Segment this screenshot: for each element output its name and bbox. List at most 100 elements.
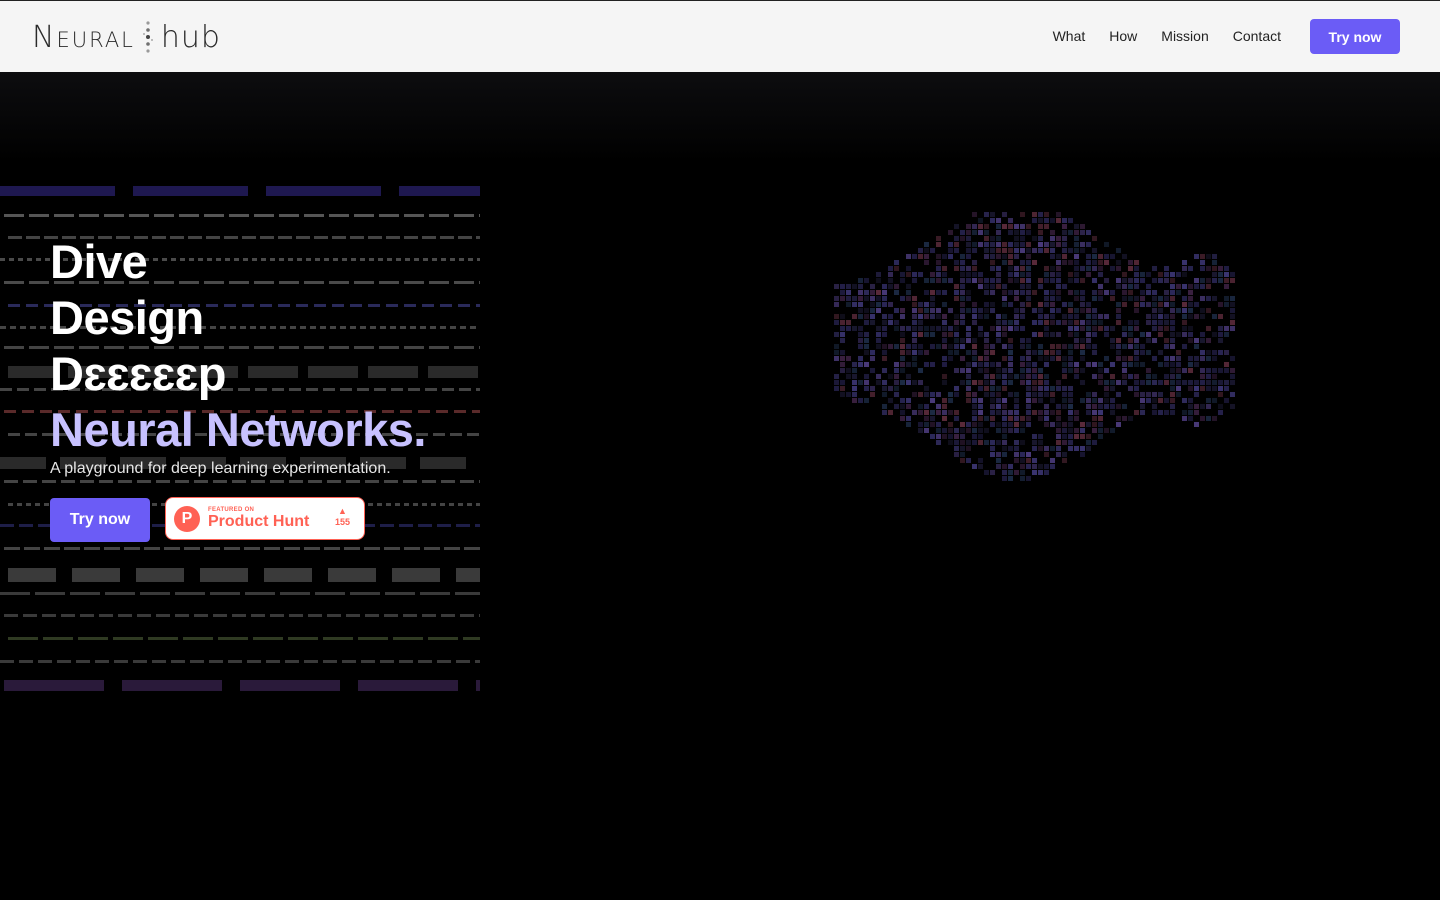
viz-pixel [1014,458,1019,463]
viz-pixel [1188,356,1193,361]
viz-pixel [1176,290,1181,295]
viz-pixel [894,392,899,397]
viz-pixel [930,416,935,421]
viz-pixel [1026,404,1031,409]
hero-try-now-button[interactable]: Try now [50,498,150,542]
viz-pixel [882,404,887,409]
viz-pixel [924,254,929,259]
viz-pixel [996,248,1001,253]
viz-pixel [1050,344,1055,349]
viz-pixel [1086,320,1091,325]
viz-pixel [1164,374,1169,379]
viz-pixel [1098,434,1103,439]
background-dash [385,592,415,595]
viz-pixel [948,248,953,253]
viz-pixel [1212,332,1217,337]
viz-pixel [1008,242,1013,247]
viz-pixel [978,278,983,283]
viz-pixel [1038,242,1043,247]
viz-pixel [1050,254,1055,259]
product-hunt-votes: ▲ 155 [335,506,350,528]
viz-pixel [1212,386,1217,391]
background-dash [420,592,450,595]
background-dash [22,410,34,413]
viz-pixel [1158,392,1163,397]
viz-pixel [1020,308,1025,313]
viz-pixel [1008,278,1013,283]
background-dash [0,258,5,261]
viz-pixel [1050,278,1055,283]
viz-pixel [1224,326,1229,331]
viz-pixel [1086,266,1091,271]
viz-pixel [1128,260,1133,265]
viz-pixel [990,350,995,355]
viz-pixel [1098,314,1103,319]
viz-pixel [1080,368,1085,373]
background-dash [152,524,166,527]
viz-pixel [1182,332,1187,337]
viz-pixel [834,344,839,349]
viz-pixel [984,392,989,397]
viz-pixel [1206,254,1211,259]
viz-pixel [1074,230,1079,235]
nav-link-how[interactable]: How [1109,25,1137,47]
viz-pixel [1032,464,1037,469]
viz-pixel [1002,476,1007,481]
viz-pixel [1122,272,1127,277]
viz-pixel [996,374,1001,379]
viz-pixel [1182,320,1187,325]
viz-pixel [1164,314,1169,319]
viz-pixel [1044,278,1049,283]
neuralhub-logo[interactable]: Neural hub [32,19,221,55]
viz-pixel [1062,344,1067,349]
viz-pixel [960,422,965,427]
viz-pixel [1146,398,1151,403]
viz-pixel [924,386,929,391]
viz-pixel [1026,356,1031,361]
header-try-now-button[interactable]: Try now [1310,19,1400,54]
viz-pixel [1158,398,1163,403]
viz-pixel [1062,368,1067,373]
viz-pixel [1080,296,1085,301]
viz-pixel [1080,446,1085,451]
viz-pixel [942,332,947,337]
viz-pixel [852,296,857,301]
viz-pixel [1038,440,1043,445]
viz-pixel [918,302,923,307]
background-dash [440,326,446,329]
background-dash [456,524,470,527]
background-dash [61,614,75,617]
nav-link-mission[interactable]: Mission [1161,25,1208,47]
viz-pixel [1002,320,1007,325]
nav-link-what[interactable]: What [1053,25,1086,47]
viz-pixel [1020,248,1025,253]
viz-pixel [1188,284,1193,289]
viz-pixel [858,284,863,289]
viz-pixel [900,308,905,313]
viz-pixel [1170,320,1175,325]
viz-pixel [972,242,977,247]
viz-pixel [978,224,983,229]
viz-pixel [1002,368,1007,373]
nav-link-contact[interactable]: Contact [1233,25,1281,47]
viz-pixel [1152,308,1157,313]
viz-pixel [906,422,911,427]
background-dash [251,480,265,483]
viz-pixel [870,386,875,391]
viz-pixel [906,350,911,355]
viz-pixel [954,452,959,457]
viz-pixel [1056,242,1061,247]
background-dash [194,480,208,483]
viz-pixel [1074,434,1079,439]
background-dash [154,214,174,217]
viz-pixel [936,242,941,247]
background-dash [479,480,480,483]
viz-pixel [1038,446,1043,451]
viz-pixel [1002,326,1007,331]
viz-pixel [852,326,857,331]
background-dash [467,503,472,506]
viz-pixel [1140,302,1145,307]
viz-pixel [1170,296,1175,301]
viz-pixel [1170,302,1175,307]
product-hunt-badge[interactable]: P FEATURED ON Product Hunt ▲ 155 [165,497,365,540]
